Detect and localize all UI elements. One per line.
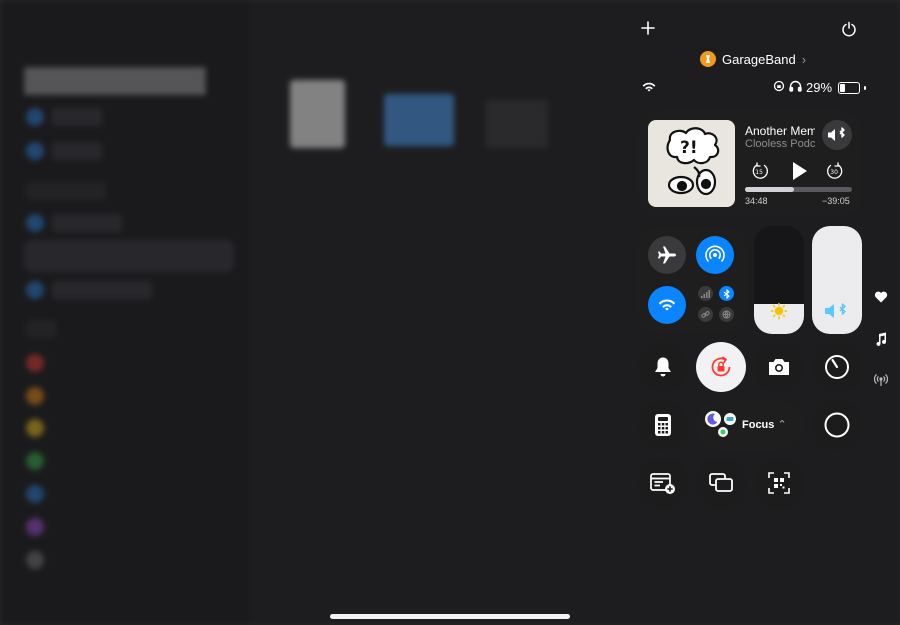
- playback-scrubber[interactable]: [745, 187, 852, 192]
- skip-back-15-icon[interactable]: 15: [751, 162, 769, 180]
- skip-forward-30-icon[interactable]: 30: [826, 162, 844, 180]
- play-icon[interactable]: [788, 160, 810, 182]
- screen-mirroring-button[interactable]: [696, 458, 746, 508]
- cellular-icon: [701, 289, 710, 298]
- camera-icon: [769, 359, 789, 375]
- now-using-app[interactable]: GarageBand ›: [700, 50, 806, 68]
- playback-progress-fill: [745, 187, 795, 192]
- calculator-button[interactable]: [638, 400, 688, 450]
- brightness-slider[interactable]: [754, 226, 804, 334]
- garageband-icon: [700, 51, 716, 67]
- rotation-lock-toggle[interactable]: [696, 342, 746, 392]
- svg-text:30: 30: [830, 169, 838, 176]
- airdrop-icon: [705, 245, 725, 263]
- volume-slider[interactable]: [812, 226, 862, 334]
- music-note-icon[interactable]: [873, 331, 889, 347]
- focus-label: Focus ⌃: [742, 419, 787, 431]
- now-playing-module[interactable]: ?! Another Mem Clooless Podc 15 30 34:48…: [638, 110, 861, 217]
- track-title: Another Mem: [745, 124, 815, 138]
- battery-tip: [864, 85, 867, 90]
- power-button[interactable]: [838, 18, 860, 40]
- home-indicator[interactable]: [330, 614, 570, 619]
- headphones-icon: [789, 80, 802, 95]
- airdrop-toggle[interactable]: [696, 236, 734, 274]
- rotation-lock-icon: [711, 356, 731, 377]
- vpn-toggle[interactable]: [719, 307, 734, 322]
- battery-percent: 29%: [806, 80, 833, 95]
- connectivity-module[interactable]: [638, 226, 746, 334]
- globe-icon: [722, 310, 731, 319]
- audio-output-button[interactable]: [822, 120, 852, 150]
- wifi-icon: [658, 298, 676, 311]
- timer-icon: [825, 355, 849, 379]
- heart-icon[interactable]: [873, 289, 889, 305]
- sun-icon: [754, 302, 804, 320]
- calculator-icon: [655, 414, 671, 436]
- remaining-time: −39:05: [822, 196, 850, 206]
- wifi-status-icon: [642, 80, 658, 94]
- hotspot-toggle[interactable]: [698, 307, 713, 322]
- airplane-mode-toggle[interactable]: [648, 236, 686, 274]
- rotation-lock-status-icon: [773, 80, 785, 95]
- bell-icon: [655, 357, 671, 377]
- bluetooth-toggle[interactable]: [719, 286, 734, 301]
- status-bar-right: 29%: [773, 80, 867, 95]
- speaker-bluetooth-icon: [812, 302, 862, 320]
- track-artist: Clooless Podc: [745, 138, 815, 150]
- quick-note-icon: [650, 473, 675, 494]
- cellular-toggle[interactable]: [698, 286, 713, 301]
- code-scanner-button[interactable]: [754, 458, 804, 508]
- add-control-button[interactable]: [638, 18, 658, 38]
- focus-button[interactable]: Focus ⌃: [696, 400, 804, 450]
- focus-modes-icon: [705, 411, 736, 437]
- album-artwork[interactable]: ?!: [648, 120, 735, 207]
- screen-mirroring-icon: [709, 473, 733, 492]
- bluetooth-icon: [723, 288, 730, 299]
- airplane-icon: [658, 246, 676, 264]
- svg-text:15: 15: [755, 169, 763, 176]
- quick-note-button[interactable]: [638, 458, 688, 508]
- svg-text:?!: ?!: [680, 138, 698, 158]
- record-icon: [824, 412, 850, 438]
- link-icon: [701, 311, 710, 318]
- silent-mode-toggle[interactable]: [638, 342, 688, 392]
- qr-scanner-icon: [768, 472, 790, 494]
- chevron-right-icon: ›: [801, 51, 807, 67]
- app-name: GarageBand: [722, 51, 796, 67]
- timer-button[interactable]: [812, 342, 862, 392]
- wifi-toggle[interactable]: [648, 286, 686, 324]
- battery-icon: [838, 81, 861, 94]
- connectivity-page-icon[interactable]: [873, 372, 889, 388]
- screen-recording-button[interactable]: [812, 400, 862, 450]
- camera-button[interactable]: [754, 342, 804, 392]
- elapsed-time: 34:48: [745, 196, 768, 206]
